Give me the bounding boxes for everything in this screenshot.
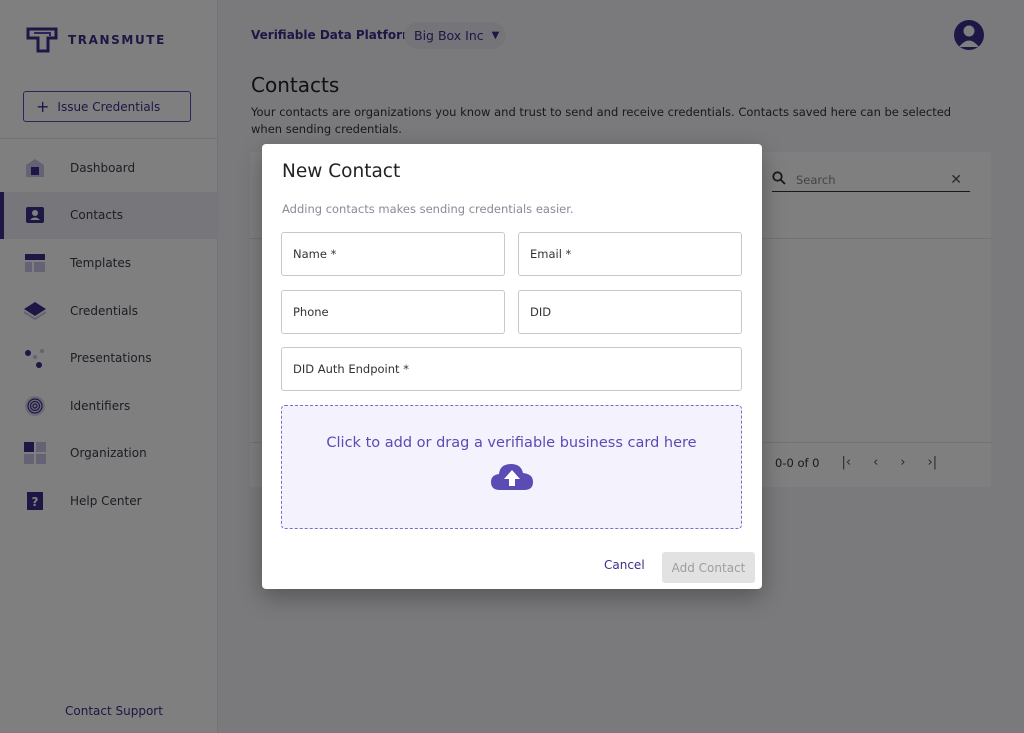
name-field[interactable] <box>281 232 505 276</box>
dropzone-text: Click to add or drag a verifiable busine… <box>326 435 697 451</box>
cloud-upload-icon <box>491 464 533 490</box>
did-input[interactable] <box>530 305 741 319</box>
phone-input[interactable] <box>293 305 504 319</box>
phone-field[interactable] <box>281 290 505 334</box>
new-contact-dialog: New Contact Adding contacts makes sendin… <box>262 144 762 589</box>
business-card-dropzone[interactable]: Click to add or drag a verifiable busine… <box>281 405 742 529</box>
did-auth-endpoint-field[interactable] <box>281 347 742 391</box>
dialog-subtitle: Adding contacts makes sending credential… <box>282 202 574 216</box>
did-field[interactable] <box>518 290 742 334</box>
dialog-title: New Contact <box>282 161 401 182</box>
name-input[interactable] <box>293 247 504 261</box>
email-field[interactable] <box>518 232 742 276</box>
did-auth-endpoint-input[interactable] <box>293 362 741 376</box>
add-contact-button[interactable]: Add Contact <box>662 552 755 583</box>
email-input[interactable] <box>530 247 741 261</box>
cancel-button[interactable]: Cancel <box>604 558 645 572</box>
